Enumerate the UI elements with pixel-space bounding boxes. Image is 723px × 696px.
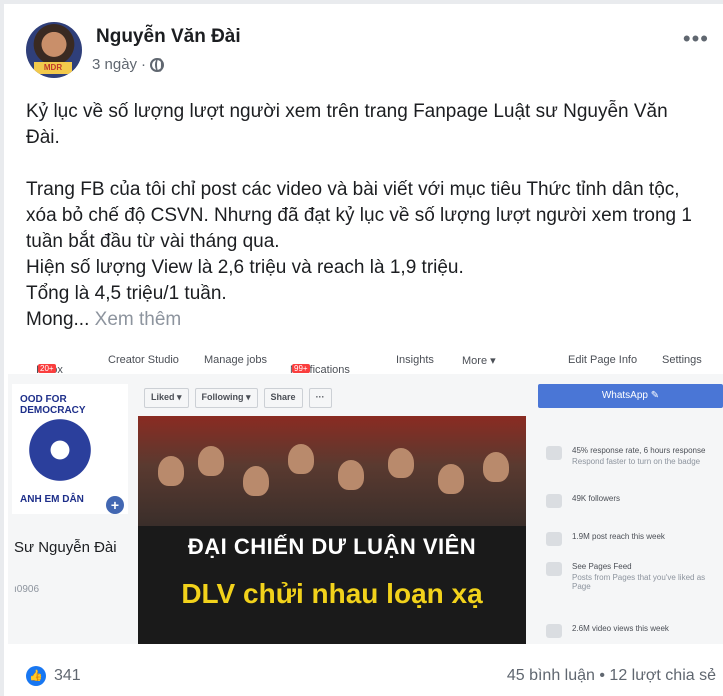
post-paragraph: Hiện số lượng View là 2,6 triệu và reach… xyxy=(26,257,464,278)
page-actions: Liked ▾ Following ▾ Share ··· xyxy=(144,388,332,408)
nav-insights: Insights xyxy=(396,354,434,366)
video-icon xyxy=(546,624,562,638)
logo-bottom-text: ANH EM DÂN xyxy=(20,494,84,505)
cover-headline: ĐẠI CHIẾN DƯ LUẬN VIÊN xyxy=(187,534,477,559)
post-paragraph: Mong... Xem thêm xyxy=(26,307,706,333)
meta-separator: · xyxy=(141,56,147,73)
author-avatar[interactable]: MDR xyxy=(26,22,82,78)
whatsapp-button: WhatsApp ✎ xyxy=(538,384,723,408)
share-button: Share xyxy=(263,388,303,408)
nav-settings: Settings xyxy=(662,354,702,366)
stat-video-views: 2.6M video views this week xyxy=(538,624,723,638)
stat-response: 45% response rate, 6 hours response Respo… xyxy=(538,446,723,466)
feed-icon xyxy=(546,562,562,576)
logo-top-text: OOD FOR DEMOCRACY xyxy=(20,394,86,416)
post-footer: 👍 341 45 bình luận • 12 lượt chia sẻ xyxy=(26,666,716,690)
post-paragraph: Tổng là 4,5 triệu/1 tuần. xyxy=(26,283,227,304)
author-name[interactable]: Nguyễn Văn Đài xyxy=(96,26,241,48)
nav-edit-page-info: Edit Page Info xyxy=(568,354,638,366)
chat-icon xyxy=(546,446,562,460)
followers-icon xyxy=(546,494,562,508)
stat-followers: 49K followers xyxy=(538,494,723,508)
globe-icon xyxy=(150,57,165,72)
post-paragraph: Trang FB của tôi chỉ post các video và b… xyxy=(26,179,692,252)
chart-icon xyxy=(546,532,562,546)
following-button: Following ▾ xyxy=(194,388,258,408)
truncated-text: Mong... xyxy=(26,309,90,330)
avatar-badge: MDR xyxy=(34,62,72,74)
page-id: ı0906 xyxy=(14,584,40,595)
reaction-count[interactable]: 341 xyxy=(54,667,81,685)
comments-shares-count[interactable]: 45 bình luận • 12 lượt chia sẻ xyxy=(507,667,716,685)
page-name: Sư Nguyễn Đài xyxy=(14,539,117,556)
post-card: MDR Nguyễn Văn Đài 3 ngày · ••• Kỷ lục v… xyxy=(4,4,723,696)
more-options-icon[interactable]: ••• xyxy=(683,26,709,52)
more-button: ··· xyxy=(308,388,332,408)
add-photo-icon: + xyxy=(106,496,124,514)
post-paragraph: Kỷ lục về số lượng lượt người xem trên t… xyxy=(26,101,668,148)
cover-subheadline: DLV chửi nhau loạn xạ xyxy=(181,578,483,609)
flower-logo-icon xyxy=(24,414,96,486)
attached-screenshot[interactable]: Inbox20+ Creator Studio Manage jobs Noti… xyxy=(8,344,723,644)
see-more-link[interactable]: Xem thêm xyxy=(95,309,182,330)
stat-feed: See Pages Feed Posts from Pages that you'… xyxy=(538,562,723,591)
liked-button: Liked ▾ xyxy=(144,388,189,408)
like-reaction-icon[interactable]: 👍 xyxy=(26,666,46,686)
nav-manage-jobs: Manage jobs xyxy=(204,354,267,366)
post-text: Kỷ lục về số lượng lượt người xem trên t… xyxy=(26,99,706,333)
nav-creator-studio: Creator Studio xyxy=(108,354,179,366)
page-stats-column: WhatsApp ✎ 45% response rate, 6 hours re… xyxy=(538,384,723,638)
page-logo: OOD FOR DEMOCRACY ANH EM DÂN + xyxy=(12,384,128,514)
nav-more: More ▾ xyxy=(462,355,496,367)
page-admin-nav: Inbox20+ Creator Studio Manage jobs Noti… xyxy=(8,344,723,376)
cover-photo: ĐẠI CHIẾN DƯ LUẬN VIÊN DLV chửi nhau loạ… xyxy=(138,416,526,644)
post-time[interactable]: 3 ngày xyxy=(92,56,137,73)
stat-reach: 1.9M post reach this week xyxy=(538,532,723,546)
crowd-photo xyxy=(138,416,526,526)
post-meta: 3 ngày · xyxy=(92,56,165,73)
